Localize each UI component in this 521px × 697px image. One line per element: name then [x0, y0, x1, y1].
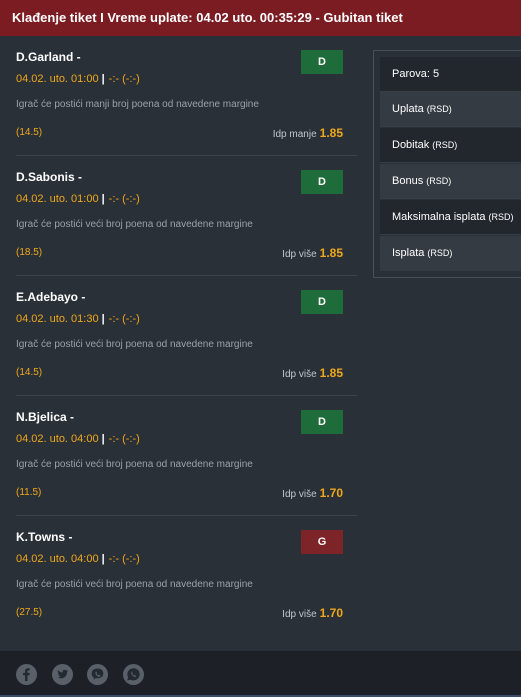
summary-label: Uplata — [392, 103, 424, 115]
bet-description: Igrač će postići veći broj poena od nave… — [16, 459, 253, 470]
summary-label: Dobitak — [392, 139, 430, 151]
event-time: 04.02. uto. 04:00 | -:- (-:-) — [16, 553, 140, 565]
odd-label: Idp više — [282, 609, 317, 620]
event-date: 04.02. uto. 04:00 — [16, 553, 99, 565]
summary-row-dobitak: Dobitak (RSD) — [380, 128, 521, 163]
bet-item: K.Towns - 04.02. uto. 04:00 | -:- (-:-) Ig… — [16, 516, 357, 636]
event-time: 04.02. uto. 01:00 | -:- (-:-) — [16, 73, 140, 85]
bet-description: Igrač će postići veći broj poena od nave… — [16, 339, 253, 350]
summary-row-uplata: Uplata (RSD) — [380, 92, 521, 127]
summary-row-isplata: Isplata (RSD) — [380, 236, 521, 271]
bet-margin: (27.5) — [16, 607, 43, 618]
player-name: N.Bjelica - — [16, 410, 75, 424]
result-badge: D — [301, 410, 343, 434]
divider: | — [101, 433, 105, 445]
event-date: 04.02. uto. 01:00 — [16, 73, 99, 85]
odd-value: 1.70 — [319, 606, 343, 620]
ticket-title: Klađenje tiket I Vreme uplate: 04.02 uto… — [12, 10, 403, 25]
bet-description: Igrač će postići veći broj poena od nave… — [16, 579, 253, 590]
event-score: -:- (-:-) — [108, 433, 140, 445]
viber-icon[interactable] — [87, 664, 108, 685]
bet-margin: (14.5) — [16, 127, 43, 138]
footer-bar — [0, 651, 521, 697]
odd-row: Idp više 1.85 — [282, 366, 343, 380]
bet-item: E.Adebayo - 04.02. uto. 01:30 | -:- (-:-) … — [16, 276, 357, 396]
result-badge: G — [301, 530, 343, 554]
divider: | — [101, 73, 105, 85]
ticket-summary-panel: Parova: 5 Uplata (RSD) Dobitak (RSD) Bonus… — [373, 50, 521, 278]
summary-label: Isplata — [392, 247, 425, 259]
summary-label: Parova: 5 — [392, 68, 440, 80]
summary-row-bonus: Bonus (RSD) — [380, 164, 521, 199]
event-score: -:- (-:-) — [108, 313, 140, 325]
bet-margin: (14.5) — [16, 367, 43, 378]
odd-value: 1.85 — [319, 366, 343, 380]
result-badge: D — [301, 50, 343, 74]
odd-value: 1.85 — [319, 126, 343, 140]
bet-margin: (18.5) — [16, 247, 43, 258]
summary-unit: (RSD) — [426, 176, 452, 186]
odd-value: 1.70 — [319, 486, 343, 500]
summary-unit: (RSD) — [426, 104, 452, 114]
summary-unit: (RSD) — [432, 140, 458, 150]
odd-label: Idp više — [282, 489, 317, 500]
bet-description: Igrač će postići veći broj poena od nave… — [16, 219, 253, 230]
summary-label: Maksimalna isplata — [392, 211, 486, 223]
odd-label: Idp više — [282, 249, 317, 260]
player-name: E.Adebayo - — [16, 290, 86, 304]
summary-label: Bonus — [392, 175, 424, 187]
whatsapp-icon[interactable] — [123, 664, 144, 685]
event-date: 04.02. uto. 04:00 — [16, 433, 99, 445]
summary-unit: (RSD) — [427, 248, 453, 258]
odd-row: Idp više 1.70 — [282, 486, 343, 500]
summary-row-maks: Maksimalna isplata (RSD) — [380, 200, 521, 235]
divider: | — [101, 553, 105, 565]
result-badge: D — [301, 170, 343, 194]
player-name: K.Towns - — [16, 530, 73, 544]
facebook-icon[interactable] — [16, 664, 37, 685]
event-time: 04.02. uto. 01:00 | -:- (-:-) — [16, 193, 140, 205]
divider: | — [101, 193, 105, 205]
bet-margin: (11.5) — [16, 487, 42, 498]
odd-label: Idp više — [282, 369, 317, 380]
result-badge: D — [301, 290, 343, 314]
bet-item: D.Garland - 04.02. uto. 01:00 | -:- (-:-) … — [16, 36, 357, 156]
event-score: -:- (-:-) — [108, 553, 140, 565]
twitter-icon[interactable] — [52, 664, 73, 685]
event-score: -:- (-:-) — [108, 73, 140, 85]
ticket-header: Klađenje tiket I Vreme uplate: 04.02 uto… — [0, 0, 521, 36]
event-score: -:- (-:-) — [108, 193, 140, 205]
bet-item: N.Bjelica - 04.02. uto. 04:00 | -:- (-:-) … — [16, 396, 357, 516]
summary-unit: (RSD) — [488, 212, 514, 222]
event-time: 04.02. uto. 01:30 | -:- (-:-) — [16, 313, 140, 325]
bet-description: Igrač će postići manji broj poena od nav… — [16, 99, 259, 110]
odd-row: Idp više 1.85 — [282, 246, 343, 260]
event-time: 04.02. uto. 04:00 | -:- (-:-) — [16, 433, 140, 445]
event-date: 04.02. uto. 01:30 — [16, 313, 99, 325]
event-date: 04.02. uto. 01:00 — [16, 193, 99, 205]
odd-value: 1.85 — [319, 246, 343, 260]
odd-row: Idp manje 1.85 — [273, 126, 343, 140]
divider: | — [101, 313, 105, 325]
summary-row-parovi: Parova: 5 — [380, 57, 521, 92]
odd-row: Idp više 1.70 — [282, 606, 343, 620]
player-name: D.Garland - — [16, 50, 81, 64]
bet-item: D.Sabonis - 04.02. uto. 01:00 | -:- (-:-) … — [16, 156, 357, 276]
player-name: D.Sabonis - — [16, 170, 83, 184]
odd-label: Idp manje — [272, 129, 317, 140]
